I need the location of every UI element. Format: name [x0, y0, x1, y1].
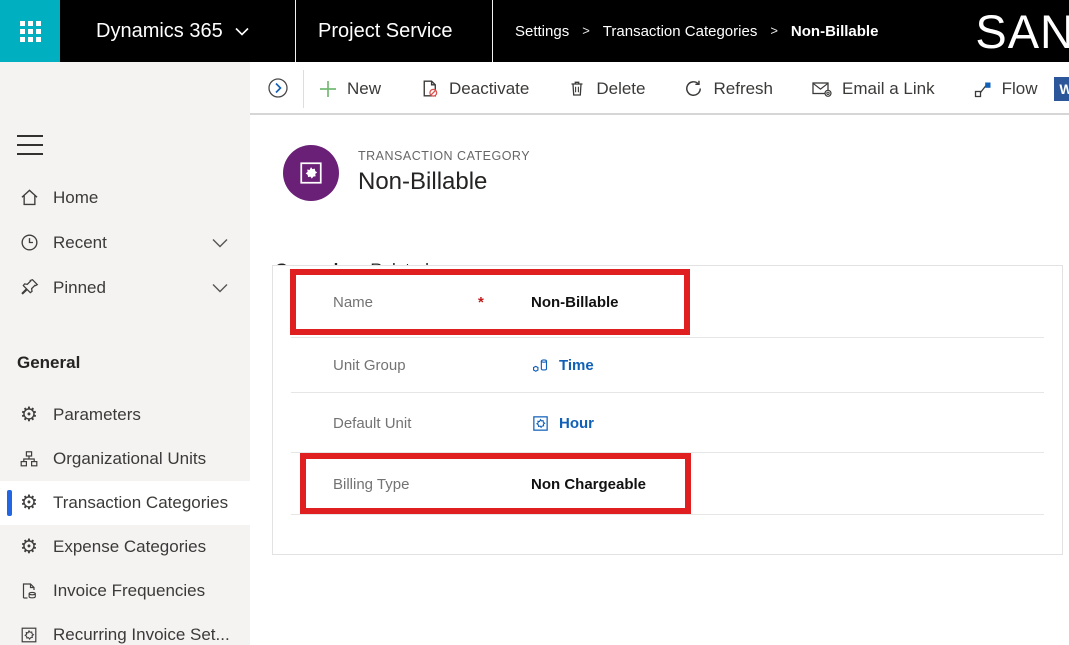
field-row-default-unit: Default Unit Hour	[273, 393, 1062, 453]
sidebar-item-home[interactable]: Home	[0, 175, 250, 220]
general-form-section: Name * Non-Billable Unit Group Time Defa…	[272, 265, 1063, 555]
breadcrumb-chevron-icon: >	[582, 23, 590, 38]
sidebar-item-label: Recent	[53, 233, 107, 253]
chevron-down-icon[interactable]	[212, 238, 228, 248]
flow-icon	[973, 79, 993, 99]
sidebar-item-label: Transaction Categories	[53, 493, 228, 513]
gear-icon: ⚙	[17, 405, 41, 425]
sidebar-item-label: Parameters	[53, 405, 141, 425]
button-label: Delete	[596, 79, 645, 99]
org-chart-icon	[17, 449, 41, 469]
sidebar-item-label: Pinned	[53, 278, 106, 298]
deactivate-button[interactable]: Deactivate	[419, 78, 529, 99]
recurring-invoice-icon	[17, 625, 41, 645]
billing-type-field-value[interactable]: Non Chargeable	[531, 476, 646, 493]
home-icon	[17, 187, 41, 208]
button-label: Email a Link	[842, 79, 935, 99]
unit-icon	[531, 414, 550, 433]
deactivate-icon	[419, 78, 440, 99]
sidebar-item-label: Invoice Frequencies	[53, 581, 205, 601]
gear-icon: ⚙	[17, 493, 41, 513]
sidebar-top-nav: Home Recent Pinned	[0, 175, 250, 310]
email-a-link-button[interactable]: Email a Link	[811, 78, 935, 99]
field-row-name: Name * Non-Billable	[273, 266, 1062, 338]
delete-button[interactable]: Delete	[567, 78, 645, 99]
app-title: Dynamics 365	[96, 20, 223, 43]
chevron-down-icon	[235, 27, 249, 36]
organization-name: SAN	[975, 1, 1069, 62]
sidebar-item-expense-categories[interactable]: ⚙ Expense Categories	[0, 525, 250, 569]
lookup-value: Time	[559, 357, 594, 374]
chevron-down-icon[interactable]	[212, 283, 228, 293]
new-button[interactable]: New	[318, 79, 381, 99]
sidebar-item-label: Expense Categories	[53, 537, 206, 557]
invoice-icon	[17, 581, 41, 601]
sidebar-item-organizational-units[interactable]: Organizational Units	[0, 437, 250, 481]
sidebar-entity-list: ⚙ Parameters Organizational Units ⚙ Tran…	[0, 393, 250, 645]
name-field-value[interactable]: Non-Billable	[531, 294, 619, 311]
field-row-unit-group: Unit Group Time	[273, 338, 1062, 393]
word-icon: W	[1059, 81, 1069, 97]
topbar-divider	[492, 0, 493, 62]
field-label: Name	[333, 294, 373, 311]
button-label: Refresh	[713, 79, 773, 99]
clock-icon	[17, 232, 41, 253]
gear-icon: ⚙	[17, 537, 41, 557]
expand-command-bar-button[interactable]	[266, 76, 290, 100]
breadcrumb-current-record[interactable]: Non-Billable	[791, 23, 879, 40]
unit-group-lookup[interactable]: Time	[531, 356, 594, 375]
refresh-icon	[683, 78, 704, 99]
sidebar-item-recurring-invoice-setup[interactable]: Recurring Invoice Set...	[0, 613, 250, 645]
trash-icon	[567, 78, 587, 99]
field-label: Unit Group	[333, 357, 406, 374]
main-content: New Deactivate Delete	[250, 62, 1069, 645]
breadcrumb-settings[interactable]: Settings	[515, 23, 569, 40]
sidebar-item-parameters[interactable]: ⚙ Parameters	[0, 393, 250, 437]
field-label: Billing Type	[333, 476, 409, 493]
sidebar-item-pinned[interactable]: Pinned	[0, 265, 250, 310]
entity-avatar	[283, 145, 339, 201]
email-link-icon	[811, 78, 833, 99]
app-title-menu[interactable]: Dynamics 365	[96, 0, 249, 62]
plus-icon	[318, 79, 338, 99]
dynamics-365-window: Dynamics 365 Project Service Settings > …	[0, 0, 1069, 645]
waffle-icon	[20, 21, 41, 42]
button-label: Flow	[1002, 79, 1038, 99]
lookup-value: Hour	[559, 415, 594, 432]
sidebar-item-label: Organizational Units	[53, 449, 206, 469]
button-label: Deactivate	[449, 79, 529, 99]
record-title: Non-Billable	[358, 168, 487, 196]
button-label: New	[347, 79, 381, 99]
app-launcher-button[interactable]	[0, 0, 60, 62]
sidebar-item-invoice-frequencies[interactable]: Invoice Frequencies	[0, 569, 250, 613]
transaction-category-icon	[298, 160, 324, 186]
sidebar-item-transaction-categories[interactable]: ⚙ Transaction Categories	[0, 481, 250, 525]
unit-group-icon	[531, 356, 550, 375]
breadcrumb-transaction-categories[interactable]: Transaction Categories	[603, 23, 758, 40]
collapse-sitemap-button[interactable]	[17, 135, 43, 155]
command-bar: New Deactivate Delete	[250, 62, 1069, 115]
command-bar-divider	[303, 70, 304, 108]
default-unit-lookup[interactable]: Hour	[531, 414, 594, 433]
sidemap-group-header: General	[17, 353, 80, 373]
sidebar-item-label: Recurring Invoice Set...	[53, 625, 230, 645]
pin-icon	[17, 277, 41, 298]
entity-type-label: TRANSACTION CATEGORY	[358, 149, 530, 163]
topbar-divider	[295, 0, 296, 62]
site-map-sidebar: Home Recent Pinned Gene	[0, 62, 250, 645]
sidebar-item-label: Home	[53, 188, 98, 208]
module-title[interactable]: Project Service	[318, 0, 453, 62]
field-row-billing-type: Billing Type Non Chargeable	[273, 453, 1062, 515]
required-asterisk: *	[478, 294, 484, 311]
breadcrumb-chevron-icon: >	[770, 23, 778, 38]
sidebar-item-recent[interactable]: Recent	[0, 220, 250, 265]
top-navigation-bar: Dynamics 365 Project Service Settings > …	[0, 0, 1069, 62]
word-templates-button[interactable]: W	[1053, 76, 1069, 102]
field-label: Default Unit	[333, 415, 411, 432]
refresh-button[interactable]: Refresh	[683, 78, 773, 99]
breadcrumb: Settings > Transaction Categories > Non-…	[515, 0, 878, 62]
row-divider	[291, 514, 1044, 515]
